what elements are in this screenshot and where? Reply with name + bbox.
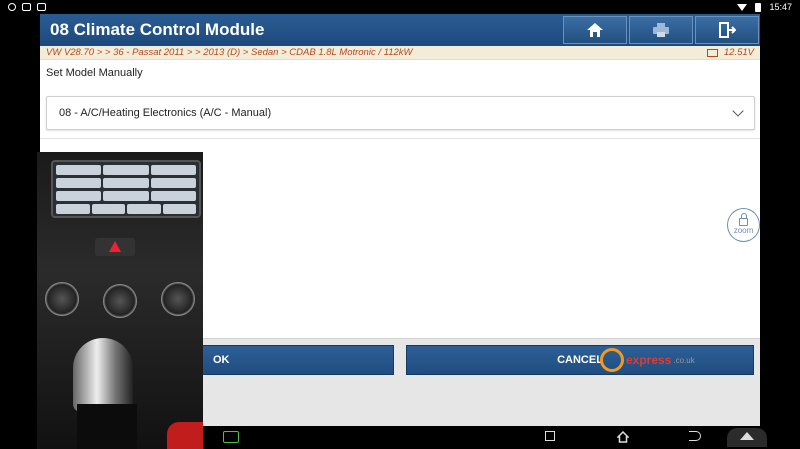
wifi-icon bbox=[737, 3, 748, 11]
eject-icon[interactable] bbox=[727, 428, 767, 447]
android-nav-bar bbox=[203, 426, 800, 449]
vci-icon[interactable] bbox=[223, 431, 239, 443]
eye-icon bbox=[8, 3, 16, 11]
page-title: 08 Climate Control Module bbox=[50, 20, 265, 39]
climate-knob bbox=[103, 284, 137, 318]
home-button[interactable] bbox=[563, 16, 627, 44]
battery-voltage: 12.51V bbox=[723, 47, 754, 58]
model-select-value: 08 - A/C/Heating Electronics (A/C - Manu… bbox=[59, 107, 272, 119]
exit-icon bbox=[719, 22, 736, 38]
clock: 15:47 bbox=[769, 2, 792, 12]
cancel-button[interactable]: CANCEL bbox=[406, 345, 754, 375]
nav-home-icon[interactable] bbox=[617, 431, 629, 443]
climate-knob bbox=[161, 282, 195, 316]
breadcrumb: VW V28.70 > > 36 - Passat 2011 > > 2013 … bbox=[40, 46, 760, 60]
breadcrumb-path: VW V28.70 > > 36 - Passat 2011 > > 2013 … bbox=[46, 47, 413, 58]
battery-voltage-icon bbox=[706, 48, 718, 57]
watermark-ring-icon bbox=[600, 348, 624, 372]
watermark-brand: express bbox=[626, 353, 672, 367]
title-bar: 08 Climate Control Module bbox=[40, 14, 760, 46]
divider bbox=[40, 138, 760, 139]
car-radio-display bbox=[51, 160, 201, 218]
print-icon bbox=[653, 23, 669, 37]
vehicle-dashboard-photo bbox=[37, 152, 203, 449]
model-select[interactable]: 08 - A/C/Heating Electronics (A/C - Manu… bbox=[46, 96, 755, 130]
hazard-button bbox=[95, 238, 135, 256]
print-button[interactable] bbox=[629, 16, 693, 44]
watermark-logo: express .co.uk bbox=[600, 348, 695, 372]
shifter-boot bbox=[77, 404, 137, 449]
gallery-icon bbox=[22, 3, 31, 11]
home-icon bbox=[587, 23, 603, 37]
recent-apps-icon[interactable] bbox=[545, 431, 555, 441]
watermark-domain: .co.uk bbox=[673, 355, 695, 365]
app-notification-icon bbox=[37, 3, 46, 11]
scanner-tool bbox=[167, 422, 203, 449]
climate-knob bbox=[45, 282, 79, 316]
chevron-down-icon bbox=[732, 105, 744, 117]
section-label: Set Model Manually bbox=[46, 67, 143, 79]
nav-back-icon[interactable] bbox=[689, 431, 701, 441]
device-frame: 15:47 08 Climate Control Module VW V28.7… bbox=[0, 0, 800, 449]
gear-shifter bbox=[73, 338, 133, 412]
lock-icon bbox=[739, 213, 748, 226]
battery-icon bbox=[755, 2, 762, 12]
zoom-label: zoom bbox=[733, 226, 754, 235]
zoom-button[interactable]: zoom bbox=[727, 208, 760, 242]
exit-button[interactable] bbox=[695, 16, 759, 44]
status-bar: 15:47 bbox=[0, 0, 800, 14]
